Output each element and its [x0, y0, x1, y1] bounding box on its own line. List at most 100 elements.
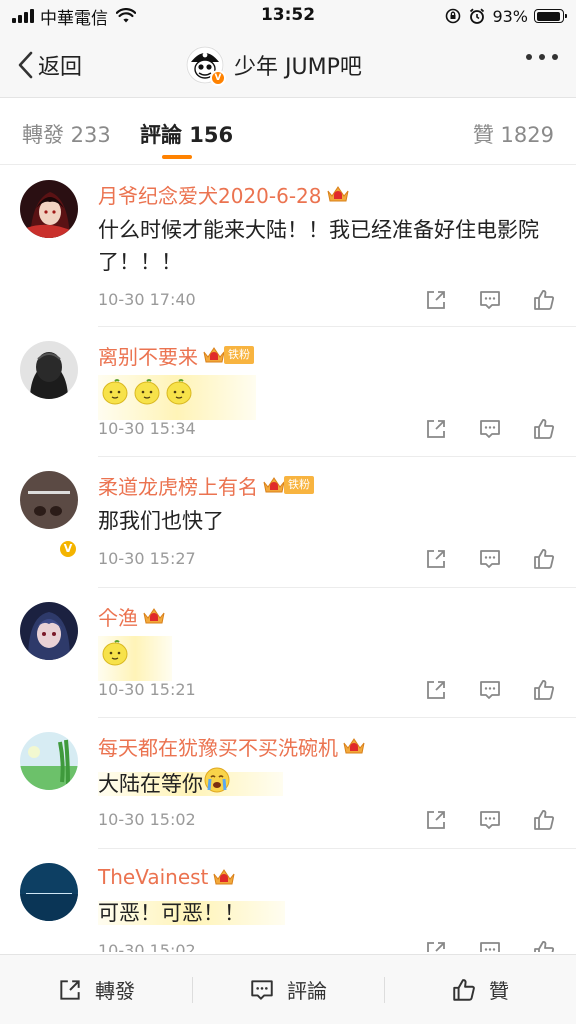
comment-icon[interactable]: [478, 417, 502, 441]
avatar[interactable]: [20, 602, 78, 660]
more-options-button[interactable]: [526, 54, 558, 60]
repost-button[interactable]: 轉發: [0, 955, 192, 1024]
like-icon: [453, 978, 475, 1001]
lemon-emoji: [100, 638, 130, 677]
share-icon[interactable]: [424, 939, 448, 952]
lemon-face-icon: [166, 379, 192, 405]
share-icon[interactable]: [424, 808, 448, 832]
avatar[interactable]: [20, 180, 78, 238]
share-icon[interactable]: [424, 288, 448, 312]
comment-label: 評論: [287, 979, 327, 1003]
fan-badge-label: 铁粉: [224, 346, 254, 364]
tab-comments[interactable]: 評論 156: [140, 119, 233, 149]
comment-item: 月爷纪念爱犬2020-6-28 什么时候才能来大陆！！我已经准备好住电影院了！！…: [0, 166, 576, 327]
username[interactable]: 每天都在犹豫买不买洗碗机: [98, 732, 338, 761]
share-icon[interactable]: [424, 417, 448, 441]
comment-item: 柔道龙虎榜上有名 铁粉 那我们也快了 10-30 15:27: [0, 457, 576, 588]
share-icon[interactable]: [424, 547, 448, 571]
comment-text: 什么时候才能来大陆！！我已经准备好住电影院了！！！: [98, 218, 539, 274]
timestamp: 10-30 15:34: [98, 419, 196, 438]
crying-emoji: [203, 766, 231, 803]
avatar[interactable]: [20, 341, 78, 399]
username[interactable]: 仐渔: [98, 602, 138, 631]
battery-percent: 93%: [492, 6, 528, 26]
timestamp: 10-30 15:27: [98, 549, 196, 568]
avatar[interactable]: [20, 863, 78, 921]
share-icon: [60, 979, 80, 1000]
comment-item: TheVainest 可恶！可恶！！ 10-30 15:02: [0, 849, 576, 952]
tab-reposts[interactable]: 轉發 233: [22, 119, 111, 149]
repost-label: 轉發: [95, 979, 135, 1003]
username[interactable]: 柔道龙虎榜上有名: [98, 471, 258, 500]
emoji-row: [98, 636, 172, 681]
avatar-image: [20, 602, 78, 660]
dot-icon: [526, 54, 532, 60]
like-icon[interactable]: [532, 547, 556, 571]
crown-icon: [143, 608, 165, 624]
comment-text: [98, 375, 270, 420]
comment-item: 仐渔 10-30 15:21: [0, 588, 576, 718]
fan-badge-label: 铁粉: [284, 476, 314, 494]
comment-icon[interactable]: [478, 678, 502, 702]
lemon-emoji: [164, 377, 194, 416]
comment-icon[interactable]: [478, 288, 502, 312]
comment-body: 可恶！可恶！！: [98, 901, 285, 925]
comment-body: 大陆在等你: [98, 771, 203, 796]
timestamp: 10-30 15:02: [98, 941, 196, 952]
tab-likes[interactable]: 贊 1829: [473, 119, 554, 149]
like-icon[interactable]: [532, 417, 556, 441]
avatar-image: [20, 863, 78, 921]
like-icon[interactable]: [532, 939, 556, 952]
comment-text: 可恶！可恶！！: [98, 897, 558, 929]
crown-icon: [213, 869, 235, 885]
username[interactable]: TheVainest: [98, 865, 208, 889]
crown-icon: [327, 186, 349, 202]
lemon-emoji: [100, 377, 130, 416]
timestamp: 10-30 15:02: [98, 810, 196, 829]
like-button[interactable]: 贊: [384, 955, 576, 1024]
lemon-face-icon: [102, 379, 128, 405]
crown-icon: [203, 347, 225, 363]
share-icon[interactable]: [424, 678, 448, 702]
lemon-face-icon: [102, 640, 128, 666]
comment-icon[interactable]: [478, 808, 502, 832]
timestamp: 10-30 15:21: [98, 680, 196, 699]
username[interactable]: 月爷纪念爱犬2020-6-28: [98, 180, 322, 209]
like-label: 贊: [489, 979, 509, 1003]
username[interactable]: 离别不要来: [98, 341, 198, 370]
crown-icon: [343, 738, 365, 754]
timestamp: 10-30 17:40: [98, 290, 196, 309]
chevron-left-icon: [18, 51, 33, 79]
bottom-action-bar: 轉發 評論 贊: [0, 954, 576, 1024]
dot-icon: [539, 54, 545, 60]
comment-icon[interactable]: [478, 547, 502, 571]
battery-icon: [534, 9, 567, 23]
verified-badge-icon: V: [210, 70, 226, 86]
comment-button[interactable]: 評論: [192, 955, 384, 1024]
comment-item: V 离别不要来 铁粉 10-30 15:34: [0, 327, 576, 559]
back-button[interactable]: 返回: [16, 49, 82, 81]
like-icon[interactable]: [532, 808, 556, 832]
back-label: 返回: [38, 55, 83, 80]
avatar[interactable]: [20, 732, 78, 790]
active-tab-indicator: [162, 155, 192, 159]
comment-item: 每天都在犹豫买不买洗碗机 大陆在等你 10-30 15:02: [0, 718, 576, 849]
tab-bar: 轉發 233 評論 156 贊 1829: [0, 99, 576, 165]
like-icon[interactable]: [532, 678, 556, 702]
lemon-face-icon: [134, 379, 160, 405]
emoji-row: [98, 375, 256, 420]
crying-face-icon: [204, 767, 230, 793]
comment-text: 那我们也快了: [98, 509, 224, 533]
avatar[interactable]: [20, 471, 78, 529]
avatar-image: [20, 180, 78, 238]
avatar-image: [20, 471, 78, 529]
like-icon[interactable]: [532, 288, 556, 312]
comment-list: 月爷纪念爱犬2020-6-28 什么时候才能来大陆！！我已经准备好住电影院了！！…: [0, 166, 576, 952]
comment-text: 大陆在等你: [98, 766, 558, 803]
group-avatar[interactable]: V: [186, 46, 226, 86]
comment-icon[interactable]: [478, 939, 502, 952]
comment-icon: [251, 979, 273, 1000]
status-bar: 中華電信 13:52 93%: [0, 0, 576, 32]
avatar-image: [20, 732, 78, 790]
avatar-image: [20, 341, 78, 399]
